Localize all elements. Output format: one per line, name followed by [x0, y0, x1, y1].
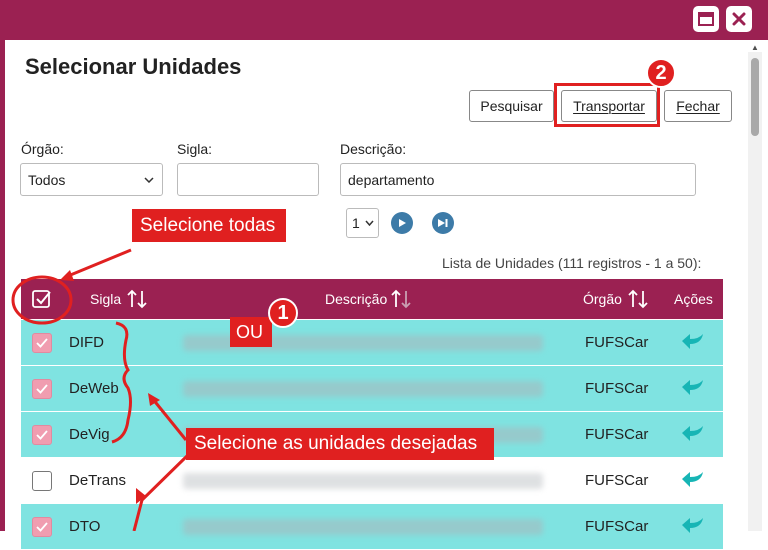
arrow-select-all	[67, 248, 132, 278]
arrow-head	[60, 270, 74, 281]
arrow-to-bracket	[150, 397, 188, 441]
annotation-overlay	[11, 248, 190, 531]
select-all-circle	[11, 275, 73, 325]
row-bracket	[111, 321, 132, 444]
